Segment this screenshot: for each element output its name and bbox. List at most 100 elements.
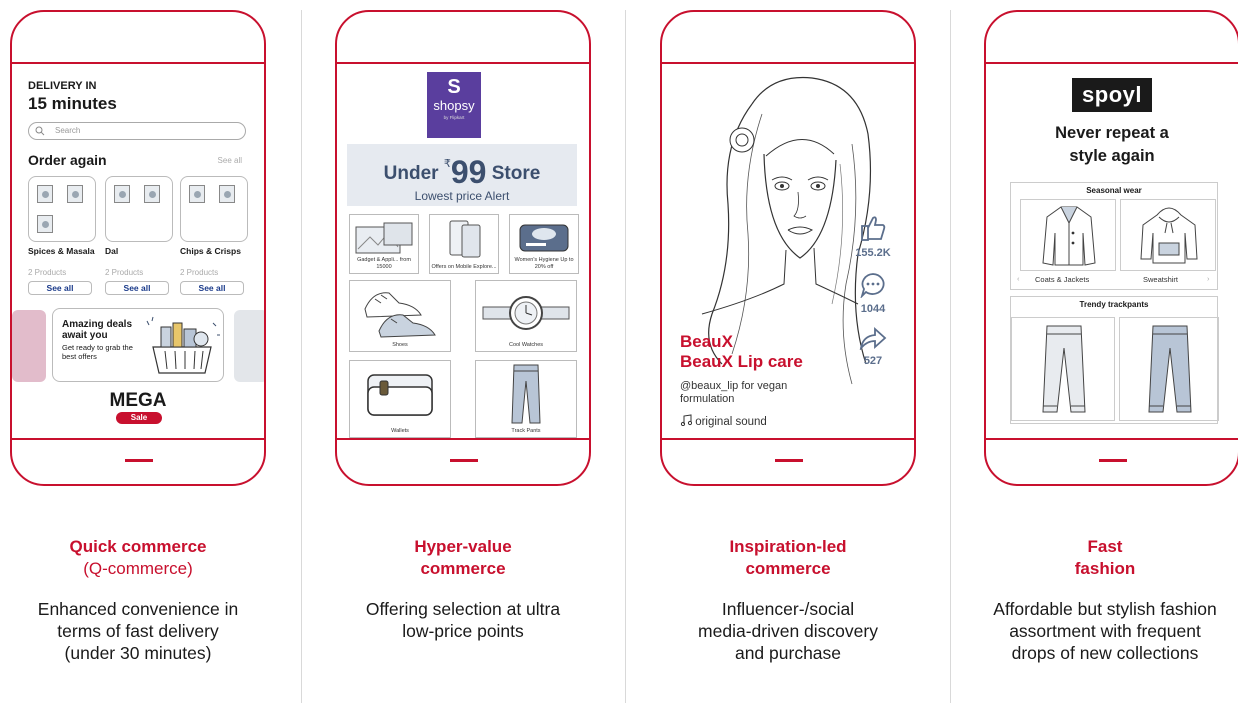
product-tile[interactable]: Shoes (349, 280, 451, 352)
home-indicator[interactable] (1099, 459, 1127, 462)
panel-caption: Quick commerce (Q-commerce) Enhanced con… (0, 536, 278, 664)
category-name: Dal (105, 246, 119, 256)
thumbs-up-icon (861, 216, 886, 241)
promo-card-prev[interactable] (12, 310, 46, 382)
watch-icon (482, 296, 570, 330)
product-tile[interactable]: Women's Hygiene Up to 20% off (509, 214, 579, 274)
delivery-label: DELIVERY IN (28, 80, 97, 92)
see-all-button[interactable]: See all (28, 281, 92, 295)
banner-alert: Lowest price Alert (414, 189, 510, 203)
banner-headline: Under ₹99 Store (347, 154, 577, 191)
spoyl-logo: spoyl (1072, 78, 1152, 112)
category-count: 2 Products (180, 268, 219, 277)
home-indicator[interactable] (775, 459, 803, 462)
order-again-heading: Order again (28, 152, 107, 168)
chevron-left-icon[interactable]: ‹ (1017, 274, 1020, 283)
product-tile[interactable]: Gadget & Appli... from 15000 (349, 214, 419, 274)
under-99-banner[interactable]: Under ₹99 Store Lowest price Alert (347, 144, 577, 206)
category-card[interactable]: Chips & Crisps 2 Products See all (180, 176, 248, 295)
home-indicator[interactable] (125, 459, 153, 462)
seasonal-wear-panel: Seasonal wear Coats & Jackets Sweatshirt… (1010, 182, 1218, 290)
product-card[interactable] (1120, 199, 1216, 271)
caption-description: Offering selection at ultra low-price po… (365, 599, 561, 641)
phone-screen: S shopsy by Flipkart Under ₹99 Store Low… (337, 62, 589, 440)
product-tile[interactable]: Track Pants (475, 360, 577, 438)
tile-label: Wallets (391, 428, 409, 434)
product-pack-icon (219, 185, 235, 203)
phone-quick-commerce: DELIVERY IN 15 minutes Search Order agai… (10, 10, 266, 486)
comment-action[interactable]: 1044 (850, 272, 896, 315)
shopping-basket-icon (146, 316, 220, 374)
item-label: Sweatshirt (1143, 275, 1179, 284)
home-indicator[interactable] (450, 459, 478, 462)
trackpants-icon (1042, 325, 1086, 413)
tile-label: Offers on Mobile Explore... (431, 264, 497, 270)
see-all-button[interactable]: See all (105, 281, 169, 295)
share-count: 527 (863, 355, 883, 367)
see-all-button[interactable]: See all (180, 281, 244, 295)
banner-price: 99 (450, 154, 487, 190)
like-count: 155.2K (855, 247, 891, 259)
sound-row[interactable]: original sound (680, 414, 767, 428)
see-all-link[interactable]: See all (218, 156, 242, 165)
product-card[interactable] (1020, 199, 1116, 271)
sweatshirt-icon (1140, 207, 1198, 264)
category-image (28, 176, 96, 242)
column-divider (301, 10, 302, 703)
phone-screen: 155.2K 1044 527 BeauX BeauX Lip care @be… (662, 62, 914, 440)
shopsy-logo: S shopsy by Flipkart (427, 72, 481, 138)
mobile-icon (449, 220, 481, 258)
chevron-right-icon[interactable]: › (1207, 274, 1210, 283)
like-action[interactable]: 155.2K (850, 214, 896, 259)
sale-badge: Sale (116, 412, 162, 424)
category-name: Spices & Masala (28, 246, 95, 256)
logo-byline: by Flipkart (443, 115, 465, 120)
caption-description: Influencer-/social media-driven discover… (698, 599, 878, 663)
product-tile[interactable]: Offers on Mobile Explore... (429, 214, 499, 274)
product-tile[interactable]: Cool Watches (475, 280, 577, 352)
section-title: Seasonal wear (1086, 186, 1142, 195)
product-pack-icon (67, 185, 83, 203)
category-count: 2 Products (28, 268, 67, 277)
tile-label: Gadget & Appli... from 15000 (357, 257, 411, 270)
promo-card[interactable]: Amazing deals await you Get ready to gra… (52, 308, 224, 382)
trendy-trackpants-panel: Trendy trackpants (1010, 296, 1219, 424)
category-card[interactable]: Spices & Masala 2 Products See all (28, 176, 96, 295)
panel-caption: Inspiration-led commerce Influencer-/soc… (648, 536, 928, 664)
share-icon (859, 326, 887, 352)
comment-icon (860, 273, 885, 300)
mega-sale-title: MEGA (109, 390, 167, 411)
product-tile[interactable]: Wallets (349, 360, 451, 438)
logo-letter: S (447, 76, 461, 98)
category-image (105, 176, 173, 242)
product-card[interactable] (1011, 317, 1115, 421)
product-card[interactable] (1119, 317, 1219, 421)
rupee-symbol: ₹ (443, 158, 451, 170)
tile-label: Shoes (392, 342, 408, 348)
column-divider (950, 10, 951, 703)
column-divider (625, 10, 626, 703)
category-card[interactable]: Dal 2 Products See all (105, 176, 173, 295)
tagline-line-1: Never repeat a (1055, 124, 1169, 142)
jacket-icon (1042, 206, 1096, 266)
promo-card-next[interactable] (234, 310, 264, 382)
share-action[interactable]: 527 (850, 326, 896, 367)
panel-caption: Fast fashion Affordable but stylish fash… (972, 536, 1238, 664)
product-pack-icon (189, 185, 205, 203)
panel-caption: Hyper-value commerce Offering selection … (323, 536, 603, 642)
search-icon (35, 126, 45, 136)
banner-under: Under (383, 163, 439, 184)
phone-fast-fashion: spoyl Never repeat a style again Seasona… (984, 10, 1238, 486)
tile-label: Women's Hygiene Up to 20% off (514, 257, 574, 270)
item-label: Coats & Jackets (1035, 275, 1090, 284)
caption-description: Affordable but stylish fashion assortmen… (993, 599, 1217, 663)
tagline-line-2: style again (1069, 147, 1155, 165)
phone-screen: spoyl Never repeat a style again Seasona… (986, 62, 1238, 440)
tile-label: Cool Watches (508, 342, 544, 348)
phone-hyper-value: S shopsy by Flipkart Under ₹99 Store Low… (335, 10, 591, 486)
product-pack-icon (144, 185, 160, 203)
search-input[interactable]: Search (28, 122, 246, 140)
category-name: Chips & Crisps (180, 246, 241, 256)
brand-title: BeauX BeauX Lip care (680, 332, 803, 372)
category-image (180, 176, 248, 242)
